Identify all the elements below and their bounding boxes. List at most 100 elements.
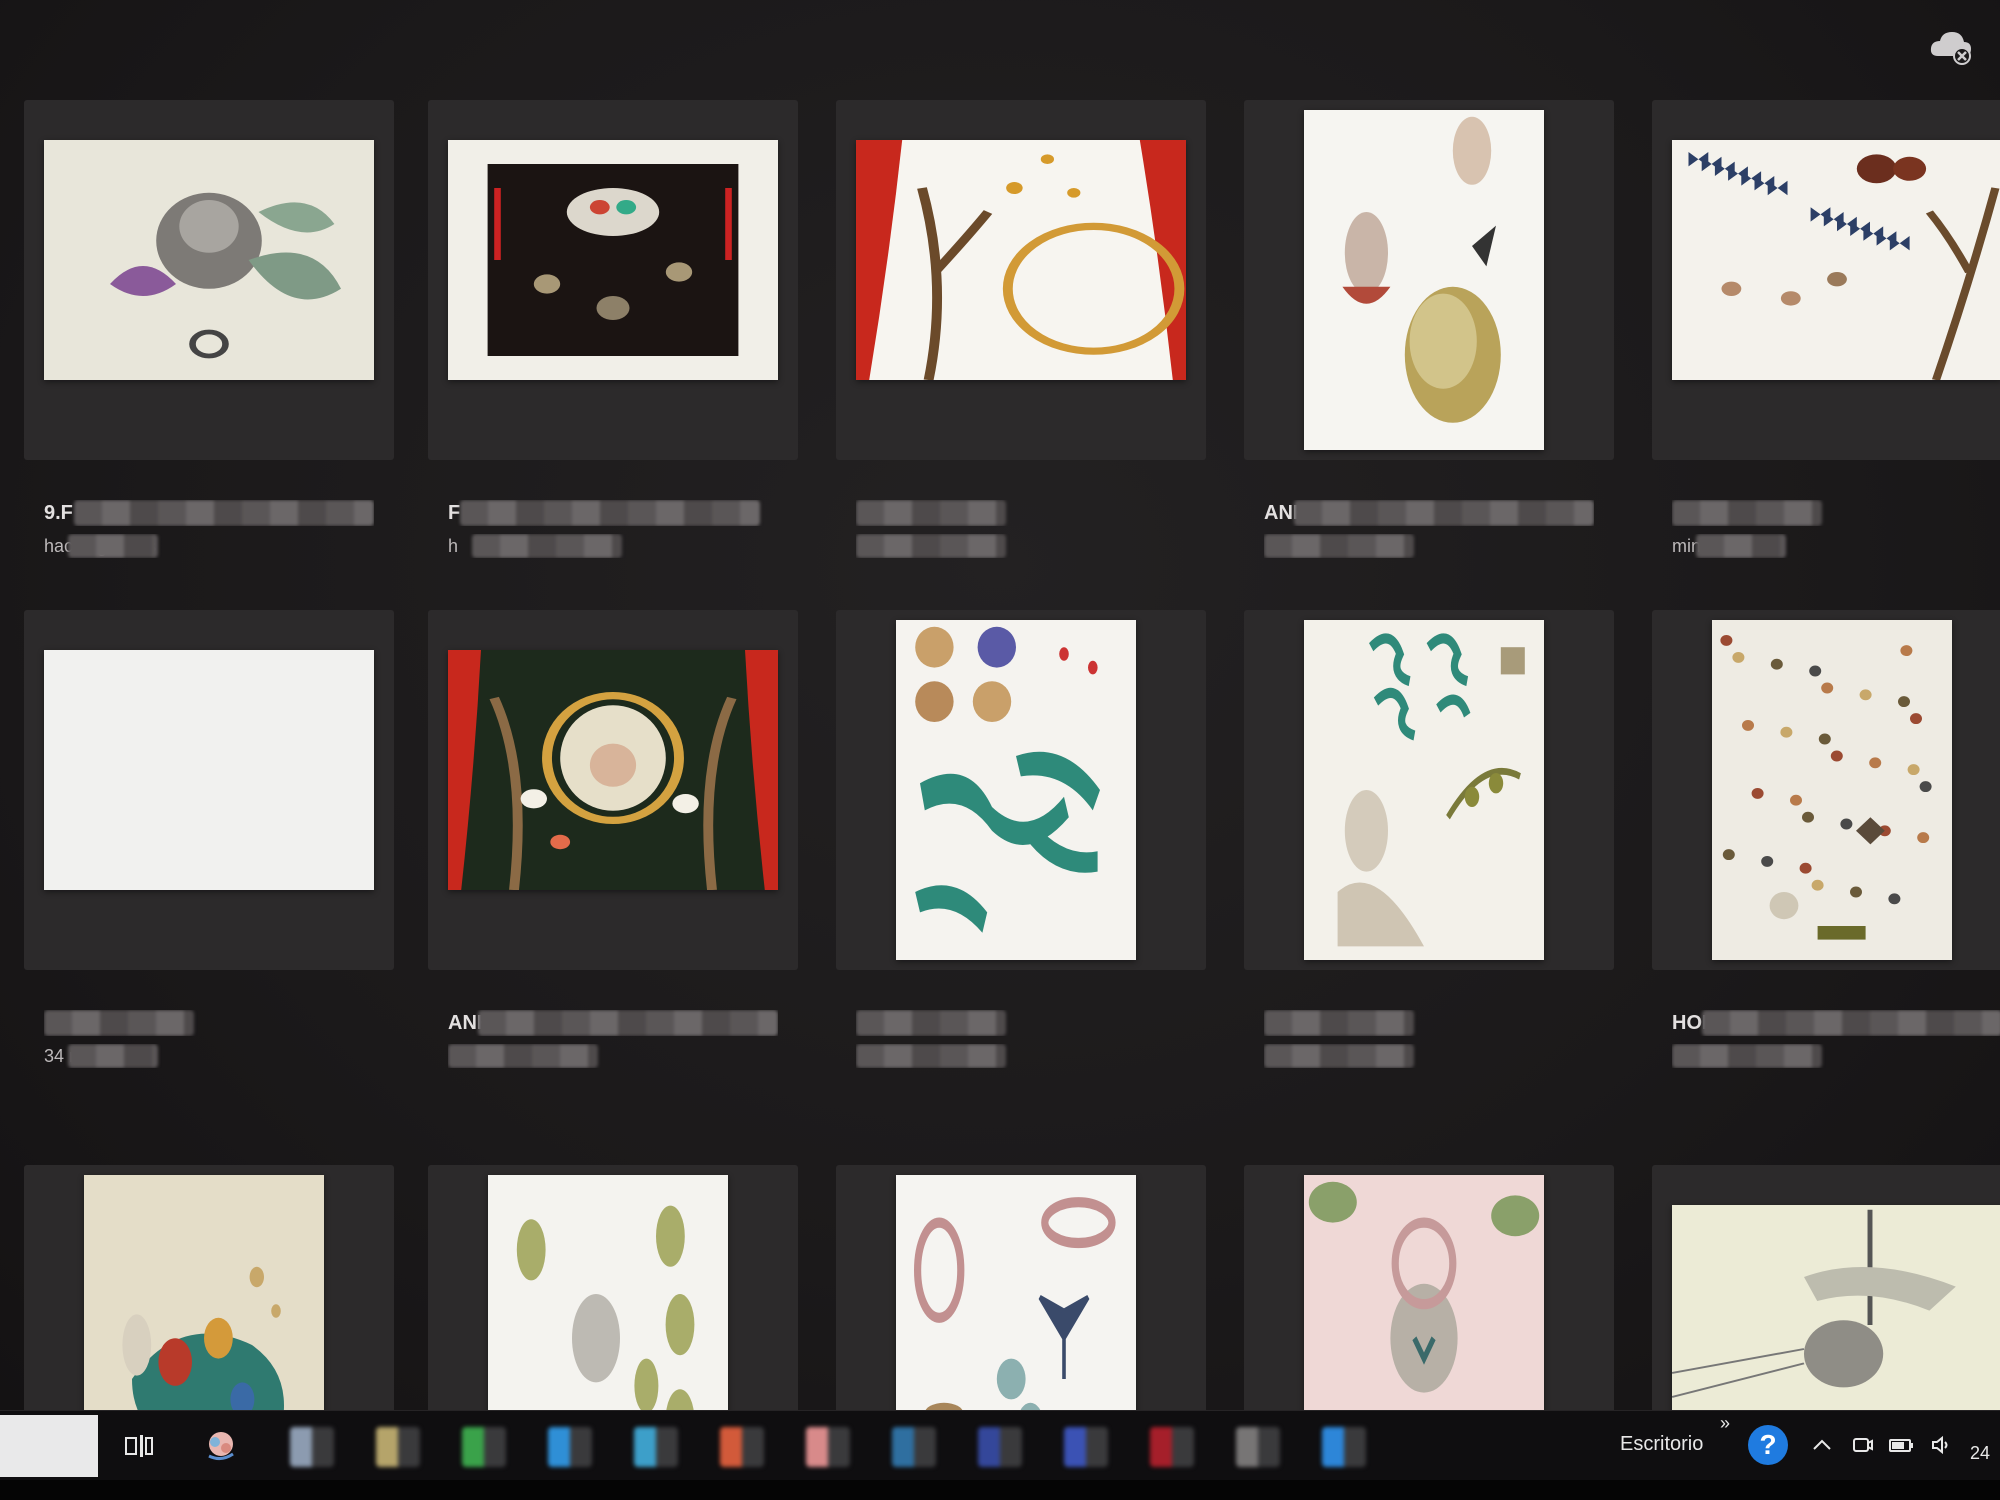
file-thumbnail-frame[interactable] — [24, 610, 394, 970]
file-name[interactable]: 9.F — [44, 500, 374, 526]
file-name[interactable] — [44, 1010, 374, 1036]
file-name[interactable]: ANKLES VENTA VERAN — [448, 1010, 778, 1036]
taskbar-search-box[interactable] — [0, 1415, 98, 1477]
file-meta — [1244, 1010, 1614, 1100]
file-card[interactable]: minutos — [1652, 100, 2000, 590]
artwork-thumbnail[interactable] — [1304, 1175, 1544, 1410]
file-card[interactable]: 34 minutos — [24, 610, 394, 1100]
redaction-block — [74, 500, 374, 526]
artwork-thumbnail[interactable] — [448, 650, 778, 890]
redaction-block — [1264, 1010, 1414, 1036]
pinned-app-icon[interactable] — [1064, 1427, 1108, 1467]
file-card[interactable]: Fh — [428, 100, 798, 590]
artwork-thumbnail[interactable] — [44, 650, 374, 890]
file-time-text: h — [448, 536, 459, 556]
file-card[interactable] — [836, 100, 1206, 590]
cloud-sync-error-icon[interactable] — [1928, 26, 1974, 66]
file-card[interactable] — [1244, 610, 1614, 1100]
file-thumbnail-frame[interactable] — [1652, 1165, 2000, 1410]
file-name[interactable] — [1264, 1010, 1594, 1036]
pinned-app-icon[interactable] — [806, 1427, 850, 1467]
file-modified-time — [448, 1044, 778, 1068]
file-name[interactable]: F — [448, 500, 778, 526]
artwork-thumbnail[interactable] — [896, 620, 1136, 960]
screen-bezel — [0, 1480, 2000, 1500]
artwork-thumbnail[interactable] — [1712, 620, 1952, 960]
pinned-app-icon[interactable] — [1236, 1427, 1280, 1467]
file-thumbnail-frame[interactable] — [24, 100, 394, 460]
file-name[interactable] — [1672, 500, 2000, 526]
file-thumbnail-frame[interactable] — [1244, 1165, 1614, 1410]
file-card[interactable]: ANKLE — [1244, 100, 1614, 590]
file-modified-time: 34 minutos — [44, 1044, 374, 1068]
file-thumbnail-frame[interactable] — [1244, 100, 1614, 460]
artwork-thumbnail[interactable] — [1304, 110, 1544, 450]
redaction-block — [1696, 534, 1786, 558]
file-card[interactable] — [836, 1165, 1206, 1410]
file-thumbnail-frame[interactable] — [24, 1165, 394, 1410]
artwork-thumbnail[interactable] — [1672, 140, 2000, 380]
file-thumbnail-frame[interactable] — [836, 1165, 1206, 1410]
redaction-block — [472, 534, 622, 558]
pinned-app-icon[interactable] — [978, 1427, 1022, 1467]
file-card[interactable] — [24, 1165, 394, 1410]
artwork-thumbnail[interactable] — [44, 140, 374, 380]
pinned-app-icon[interactable] — [720, 1427, 764, 1467]
artwork-thumbnail[interactable] — [896, 1175, 1136, 1410]
toolbar-overflow-icon[interactable]: » — [1720, 1413, 1730, 1434]
file-meta: 9.F hac segundos — [24, 500, 394, 590]
pinned-app-icon[interactable] — [1150, 1427, 1194, 1467]
file-card[interactable]: ANKLES VENTA VERAN — [428, 610, 798, 1100]
file-browser: 9.F hac segundos Fh ANKLE minutos 34 minut… — [0, 0, 2000, 1410]
widgets-icon[interactable] — [200, 1425, 242, 1467]
file-name[interactable] — [856, 500, 1186, 526]
pinned-app-icon[interactable] — [892, 1427, 936, 1467]
file-card[interactable] — [836, 610, 1206, 1100]
file-modified-time — [856, 1044, 1186, 1068]
file-thumbnail-frame[interactable] — [428, 100, 798, 460]
file-thumbnail-frame[interactable] — [428, 610, 798, 970]
artwork-thumbnail[interactable] — [856, 140, 1186, 380]
pinned-app-icon[interactable] — [462, 1427, 506, 1467]
artwork-thumbnail[interactable] — [84, 1175, 324, 1410]
file-name[interactable]: HOME — [1672, 1010, 2000, 1036]
artwork-thumbnail[interactable] — [1672, 1205, 2000, 1410]
speaker-icon[interactable] — [1926, 1429, 1958, 1461]
taskbar: Escritorio » ? 24 — [0, 1410, 2000, 1481]
file-modified-time — [1264, 1044, 1594, 1068]
file-thumbnail-frame[interactable] — [428, 1165, 798, 1410]
chevron-up-icon[interactable] — [1806, 1429, 1838, 1461]
file-thumbnail-frame[interactable] — [836, 100, 1206, 460]
redaction-block — [856, 534, 1006, 558]
redaction-block — [478, 1010, 778, 1036]
pinned-app-icon[interactable] — [1322, 1427, 1366, 1467]
file-card[interactable]: HOME — [1652, 610, 2000, 1100]
pinned-app-icon[interactable] — [290, 1427, 334, 1467]
file-thumbnail-frame[interactable] — [836, 610, 1206, 970]
file-thumbnail-frame[interactable] — [1652, 610, 2000, 970]
pinned-app-icon[interactable] — [634, 1427, 678, 1467]
meet-now-icon[interactable] — [1846, 1429, 1878, 1461]
help-icon[interactable]: ? — [1748, 1425, 1788, 1465]
pinned-app-icon[interactable] — [376, 1427, 420, 1467]
file-card[interactable] — [1652, 1165, 2000, 1410]
file-name[interactable]: ANKLE — [1264, 500, 1594, 526]
pinned-app-icon[interactable] — [548, 1427, 592, 1467]
task-view-icon[interactable] — [118, 1425, 160, 1467]
file-card[interactable]: 9.F hac segundos — [24, 100, 394, 590]
artwork-thumbnail[interactable] — [1304, 620, 1544, 960]
artwork-thumbnail[interactable] — [488, 1175, 728, 1410]
desktop-toolbar-label[interactable]: Escritorio — [1620, 1433, 1703, 1456]
redaction-block — [1672, 1044, 1822, 1068]
file-meta: minutos — [1652, 500, 2000, 590]
clock[interactable]: 24 — [1970, 1443, 1990, 1464]
file-card[interactable] — [428, 1165, 798, 1410]
file-name[interactable] — [856, 1010, 1186, 1036]
battery-icon[interactable] — [1886, 1429, 1918, 1461]
artwork-thumbnail[interactable] — [448, 140, 778, 380]
redaction-block — [856, 500, 1006, 526]
file-card[interactable] — [1244, 1165, 1614, 1410]
file-meta: ANKLES VENTA VERAN — [428, 1010, 798, 1100]
file-thumbnail-frame[interactable] — [1652, 100, 2000, 460]
file-thumbnail-frame[interactable] — [1244, 610, 1614, 970]
